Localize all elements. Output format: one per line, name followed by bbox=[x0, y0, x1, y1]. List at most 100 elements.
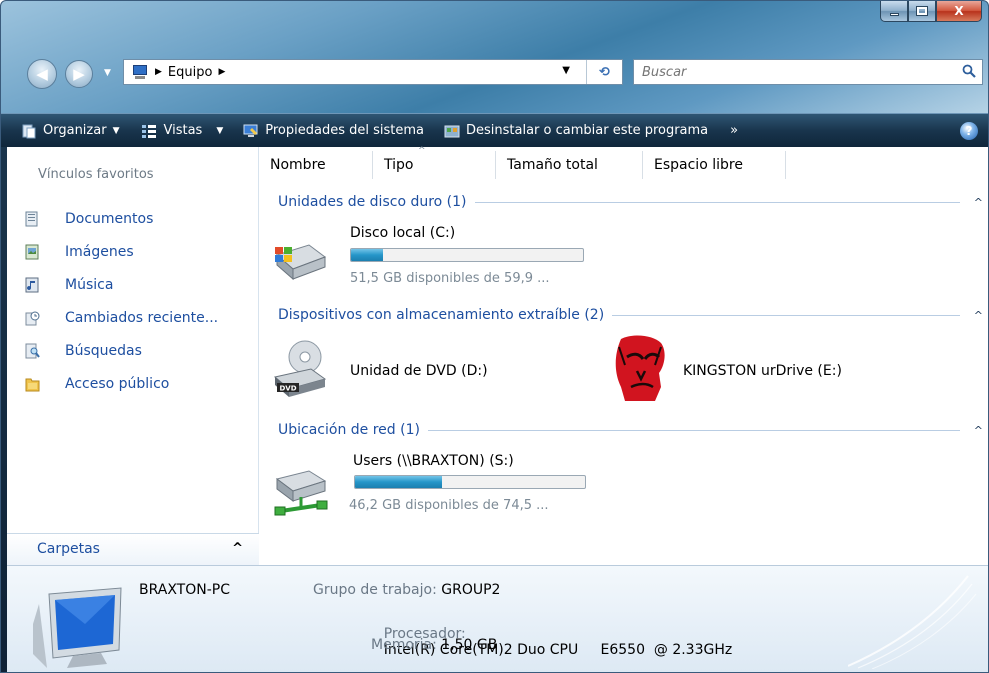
column-espacio-libre[interactable]: Espacio libre bbox=[643, 151, 786, 179]
folders-label: Carpetas bbox=[37, 541, 100, 557]
drive-name: Disco local (C:) bbox=[350, 225, 456, 241]
overflow-chevron-icon: » bbox=[730, 123, 739, 138]
navigation-bar: ◀ ▶ ▼ ▶ Equipo ▶ ▼ ⟲ bbox=[1, 56, 988, 90]
refresh-icon: ⟲ bbox=[599, 64, 610, 80]
dvd-badge: DVD bbox=[279, 385, 296, 393]
address-dropdown-icon[interactable]: ▼ bbox=[562, 65, 570, 76]
folders-section[interactable]: Carpetas ^ bbox=[7, 533, 259, 565]
column-tipo[interactable]: ^ Tipo bbox=[373, 146, 496, 179]
system-properties-button[interactable]: Propiedades del sistema bbox=[237, 114, 430, 147]
documents-icon bbox=[25, 211, 38, 226]
organize-label: Organizar bbox=[43, 123, 107, 138]
chevron-up-icon[interactable]: ^ bbox=[974, 309, 983, 322]
views-button[interactable]: Vistas ▼ bbox=[135, 114, 229, 147]
uninstall-program-label: Desinstalar o cambiar este programa bbox=[466, 123, 709, 138]
memory-value: 1,50 GB bbox=[441, 637, 498, 653]
breadcrumb-separator-icon[interactable]: ▶ bbox=[155, 67, 162, 77]
decorative-swoosh bbox=[848, 575, 977, 669]
drive-name: Unidad de DVD (D:) bbox=[350, 363, 488, 379]
drive-free-space: 46,2 GB disponibles de 74,5 ... bbox=[349, 498, 549, 513]
system-properties-icon bbox=[243, 124, 258, 137]
views-label: Vistas bbox=[163, 123, 203, 138]
pictures-icon bbox=[25, 244, 39, 259]
forward-button[interactable]: ▶ bbox=[65, 60, 93, 88]
disk-usage-bar bbox=[350, 248, 584, 262]
drive-name: KINGSTON urDrive (E:) bbox=[683, 363, 842, 379]
back-arrow-icon: ◀ bbox=[36, 65, 48, 83]
chevron-up-icon[interactable]: ^ bbox=[232, 541, 243, 556]
details-pane: BRAXTON-PC Grupo de trabajo: GROUP2 Proc… bbox=[7, 565, 988, 672]
chevron-up-icon[interactable]: ^ bbox=[974, 196, 983, 209]
search-icon[interactable] bbox=[962, 64, 976, 78]
local-disk-icon bbox=[275, 244, 327, 281]
caption-buttons: X bbox=[880, 1, 982, 23]
sort-ascending-icon: ^ bbox=[418, 146, 426, 156]
workgroup-row: Grupo de trabajo: GROUP2 bbox=[313, 582, 500, 598]
public-folder-icon bbox=[25, 378, 40, 391]
views-icon bbox=[142, 124, 157, 138]
searches-icon bbox=[25, 343, 40, 358]
network-drive-icon bbox=[274, 470, 328, 516]
chevron-up-icon[interactable]: ^ bbox=[974, 424, 983, 437]
explorer-window: X ◀ ▶ ▼ ▶ Equipo ▶ ▼ ⟲ Buscar Organizar … bbox=[0, 0, 989, 673]
help-button[interactable]: ? bbox=[960, 122, 978, 140]
drive-network-s[interactable]: Users (\\BRAXTON) (S:) 46,2 GB disponibl… bbox=[271, 449, 601, 529]
disk-usage-fill bbox=[355, 476, 443, 488]
favorite-music[interactable]: Música bbox=[25, 268, 218, 301]
recent-icon bbox=[25, 311, 40, 325]
favorite-searches[interactable]: Búsquedas bbox=[25, 334, 218, 367]
minimize-button[interactable] bbox=[880, 1, 908, 22]
address-bar[interactable]: ▶ Equipo ▶ ▼ ⟲ bbox=[123, 59, 623, 85]
uninstall-icon bbox=[444, 125, 460, 137]
column-nombre[interactable]: Nombre bbox=[259, 151, 373, 179]
group-network-locations[interactable]: Ubicación de red (1) ^ bbox=[278, 420, 983, 440]
kingston-logo-icon bbox=[615, 335, 665, 401]
navigation-pane: Vínculos favoritos Documentos Imágenes M… bbox=[7, 147, 259, 565]
breadcrumb-equipo[interactable]: Equipo bbox=[168, 65, 213, 80]
more-commands-button[interactable]: » bbox=[724, 114, 744, 147]
group-hard-disks[interactable]: Unidades de disco duro (1) ^ bbox=[278, 192, 983, 212]
views-caret-icon: ▼ bbox=[216, 125, 224, 136]
back-button[interactable]: ◀ bbox=[27, 59, 57, 89]
drive-name: Users (\\BRAXTON) (S:) bbox=[353, 453, 514, 469]
computer-name: BRAXTON-PC bbox=[139, 582, 230, 598]
help-icon: ? bbox=[965, 124, 973, 138]
favorite-pictures[interactable]: Imágenes bbox=[25, 235, 218, 268]
organize-icon bbox=[22, 124, 36, 138]
drive-kingston-e[interactable]: KINGSTON urDrive (E:) bbox=[611, 331, 951, 411]
favorite-public[interactable]: Acceso público bbox=[25, 367, 218, 400]
maximize-button[interactable] bbox=[908, 1, 936, 22]
group-removable-devices[interactable]: Dispositivos con almacenamiento extraíbl… bbox=[278, 305, 983, 325]
drive-local-disk-c[interactable]: Disco local (C:) 51,5 GB disponibles de … bbox=[271, 223, 591, 293]
breadcrumb-separator-icon[interactable]: ▶ bbox=[218, 67, 225, 77]
computer-icon bbox=[129, 64, 149, 80]
organize-button[interactable]: Organizar ▼ bbox=[15, 114, 125, 147]
close-button[interactable]: X bbox=[936, 1, 982, 22]
content-pane: Nombre ^ Tipo Tamaño total Espacio libre… bbox=[259, 146, 988, 565]
favorite-recent[interactable]: Cambiados reciente... bbox=[25, 301, 218, 334]
favorite-documents[interactable]: Documentos bbox=[25, 202, 218, 235]
organize-caret-icon: ▼ bbox=[112, 125, 120, 136]
column-headers: Nombre ^ Tipo Tamaño total Espacio libre bbox=[259, 146, 786, 179]
music-icon bbox=[25, 277, 39, 292]
search-box[interactable] bbox=[633, 59, 983, 85]
system-properties-label: Propiedades del sistema bbox=[265, 123, 424, 138]
command-bar: Organizar ▼ Vistas ▼ Propiedades del sis… bbox=[1, 113, 988, 147]
disk-usage-bar bbox=[354, 475, 586, 489]
uninstall-program-button[interactable]: Desinstalar o cambiar este programa bbox=[438, 114, 714, 147]
computer-icon bbox=[33, 587, 122, 668]
workgroup-value: GROUP2 bbox=[441, 582, 501, 598]
refresh-button[interactable]: ⟲ bbox=[586, 60, 622, 84]
maximize-icon bbox=[916, 6, 928, 16]
recent-pages-dropdown[interactable]: ▼ bbox=[104, 68, 111, 78]
drive-dvd-d[interactable]: DVD Unidad de DVD (D:) bbox=[271, 335, 571, 401]
forward-arrow-icon: ▶ bbox=[73, 65, 85, 83]
disk-usage-fill bbox=[351, 249, 384, 261]
minimize-icon bbox=[889, 12, 899, 16]
search-input[interactable] bbox=[642, 64, 942, 80]
memory-row: Memoria: 1,50 GB bbox=[371, 637, 497, 653]
dvd-drive-icon: DVD bbox=[273, 340, 327, 397]
favorite-links: Documentos Imágenes Música Cambiados rec… bbox=[25, 202, 218, 400]
memory-label: Memoria: bbox=[371, 637, 437, 653]
column-tamano-total[interactable]: Tamaño total bbox=[496, 151, 643, 179]
